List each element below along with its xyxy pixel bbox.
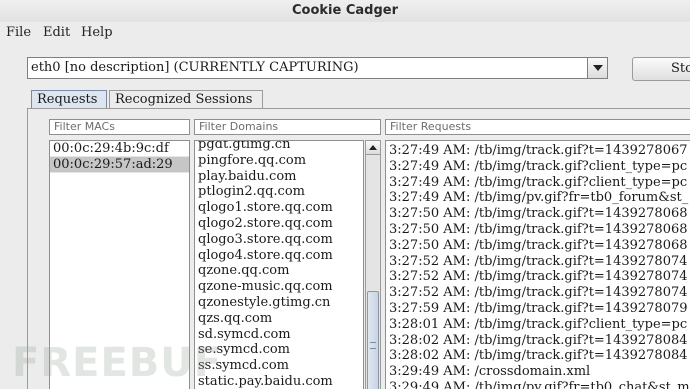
request-list-item[interactable]: 3:27:50 AM: /tb/img/track.gif?t=14392780…	[386, 238, 690, 254]
domain-list-item[interactable]: qlogo4.store.qq.com	[195, 248, 363, 264]
domain-list-item[interactable]: qlogo1.store.qq.com	[195, 200, 363, 216]
request-list-item[interactable]: 3:27:59 AM: /tb/img/track.gif?t=14392780…	[386, 301, 690, 317]
domain-list-item[interactable]: qzs.qq.com	[195, 311, 363, 327]
domain-list-item[interactable]: play.baidu.com	[195, 169, 363, 185]
mac-list-item-selected[interactable]: 00:0c:29:57:ad:29	[50, 156, 189, 173]
request-list-item[interactable]: 3:27:50 AM: /tb/img/track.gif?t=14392780…	[386, 206, 690, 222]
stop-capture-label: Stop	[671, 61, 690, 76]
request-list-item[interactable]: 3:28:02 AM: /tb/img/track.gif?t=14392780…	[386, 333, 690, 349]
scroll-up-button[interactable]	[366, 141, 380, 155]
request-list-item[interactable]: 3:27:49 AM: /tb/img/pv.gif?fr=tb0_forum&…	[386, 190, 690, 206]
domain-list-item[interactable]: pgdt.gtimg.cn	[195, 141, 363, 153]
domain-list-scrollbar[interactable]	[365, 140, 381, 389]
scrollbar-thumb[interactable]	[367, 291, 379, 389]
request-list-item[interactable]: 3:27:52 AM: /tb/img/track.gif?t=14392780…	[386, 269, 690, 285]
domain-list-item[interactable]: pingfore.qq.com	[195, 153, 363, 169]
domain-list-item[interactable]: qlogo2.store.qq.com	[195, 216, 363, 232]
filter-domains-input[interactable]: Filter Domains	[194, 119, 381, 135]
domain-list-item[interactable]: qzone-music.qq.com	[195, 279, 363, 295]
interface-dropdown-button[interactable]	[587, 58, 607, 78]
domain-list-item[interactable]: ptlogin2.qq.com	[195, 184, 363, 200]
domain-list-item[interactable]: qzonestyle.gtimg.cn	[195, 295, 363, 311]
request-list-item[interactable]: 3:28:02 AM: /tb/img/track.gif?t=14392780…	[386, 348, 690, 364]
filter-requests-input[interactable]: Filter Requests	[385, 119, 690, 135]
interface-select-value: eth0 [no description] (CURRENTLY CAPTURI…	[31, 60, 359, 75]
domain-list-item[interactable]: qlogo3.store.qq.com	[195, 232, 363, 248]
stop-capture-button[interactable]: Stop	[632, 57, 690, 81]
request-list-item[interactable]: 3:27:52 AM: /tb/img/track.gif?t=14392780…	[386, 285, 690, 301]
menu-edit[interactable]: Edit	[43, 25, 70, 40]
filter-macs-input[interactable]: Filter MACs	[49, 119, 190, 135]
request-list-item[interactable]: 3:27:49 AM: /tb/img/track.gif?client_typ…	[386, 175, 690, 191]
menu-help[interactable]: Help	[81, 25, 113, 40]
request-list-item[interactable]: 3:27:49 AM: /tb/img/track.gif?client_typ…	[386, 159, 690, 175]
request-list-item[interactable]: 3:27:49 AM: /tb/img/track.gif?t=14392780…	[386, 143, 690, 159]
menu-bar: File Edit Help	[0, 22, 690, 44]
window-title: Cookie Cadger	[0, 0, 690, 22]
request-list-item[interactable]: 3:29:49 AM: /tb/img/pv.gif?fr=tb0_chat&s…	[386, 380, 690, 389]
tab-requests[interactable]: Requests	[31, 90, 107, 109]
request-list-item[interactable]: 3:28:01 AM: /tb/img/track.gif?client_typ…	[386, 317, 690, 333]
request-list: 3:27:49 AM: /tb/img/track.gif?t=14392780…	[385, 140, 690, 389]
domain-list-item[interactable]: qzone.qq.com	[195, 263, 363, 279]
request-list-item[interactable]: 3:29:49 AM: /crossdomain.xml	[386, 364, 690, 380]
interface-select[interactable]: eth0 [no description] (CURRENTLY CAPTURI…	[27, 57, 608, 79]
request-list-item[interactable]: 3:27:52 AM: /tb/img/track.gif?t=14392780…	[386, 254, 690, 270]
watermark-logo: FREEBUF	[12, 340, 223, 386]
chevron-up-icon	[369, 145, 377, 150]
grip-icon	[370, 342, 376, 349]
request-list-item[interactable]: 3:27:50 AM: /tb/img/track.gif?t=14392780…	[386, 222, 690, 238]
tab-recognized-sessions[interactable]: Recognized Sessions	[109, 90, 263, 109]
mac-list-item[interactable]: 00:0c:29:4b:9c:df	[50, 141, 189, 157]
chevron-down-icon	[593, 65, 603, 71]
menu-file[interactable]: File	[6, 25, 31, 40]
